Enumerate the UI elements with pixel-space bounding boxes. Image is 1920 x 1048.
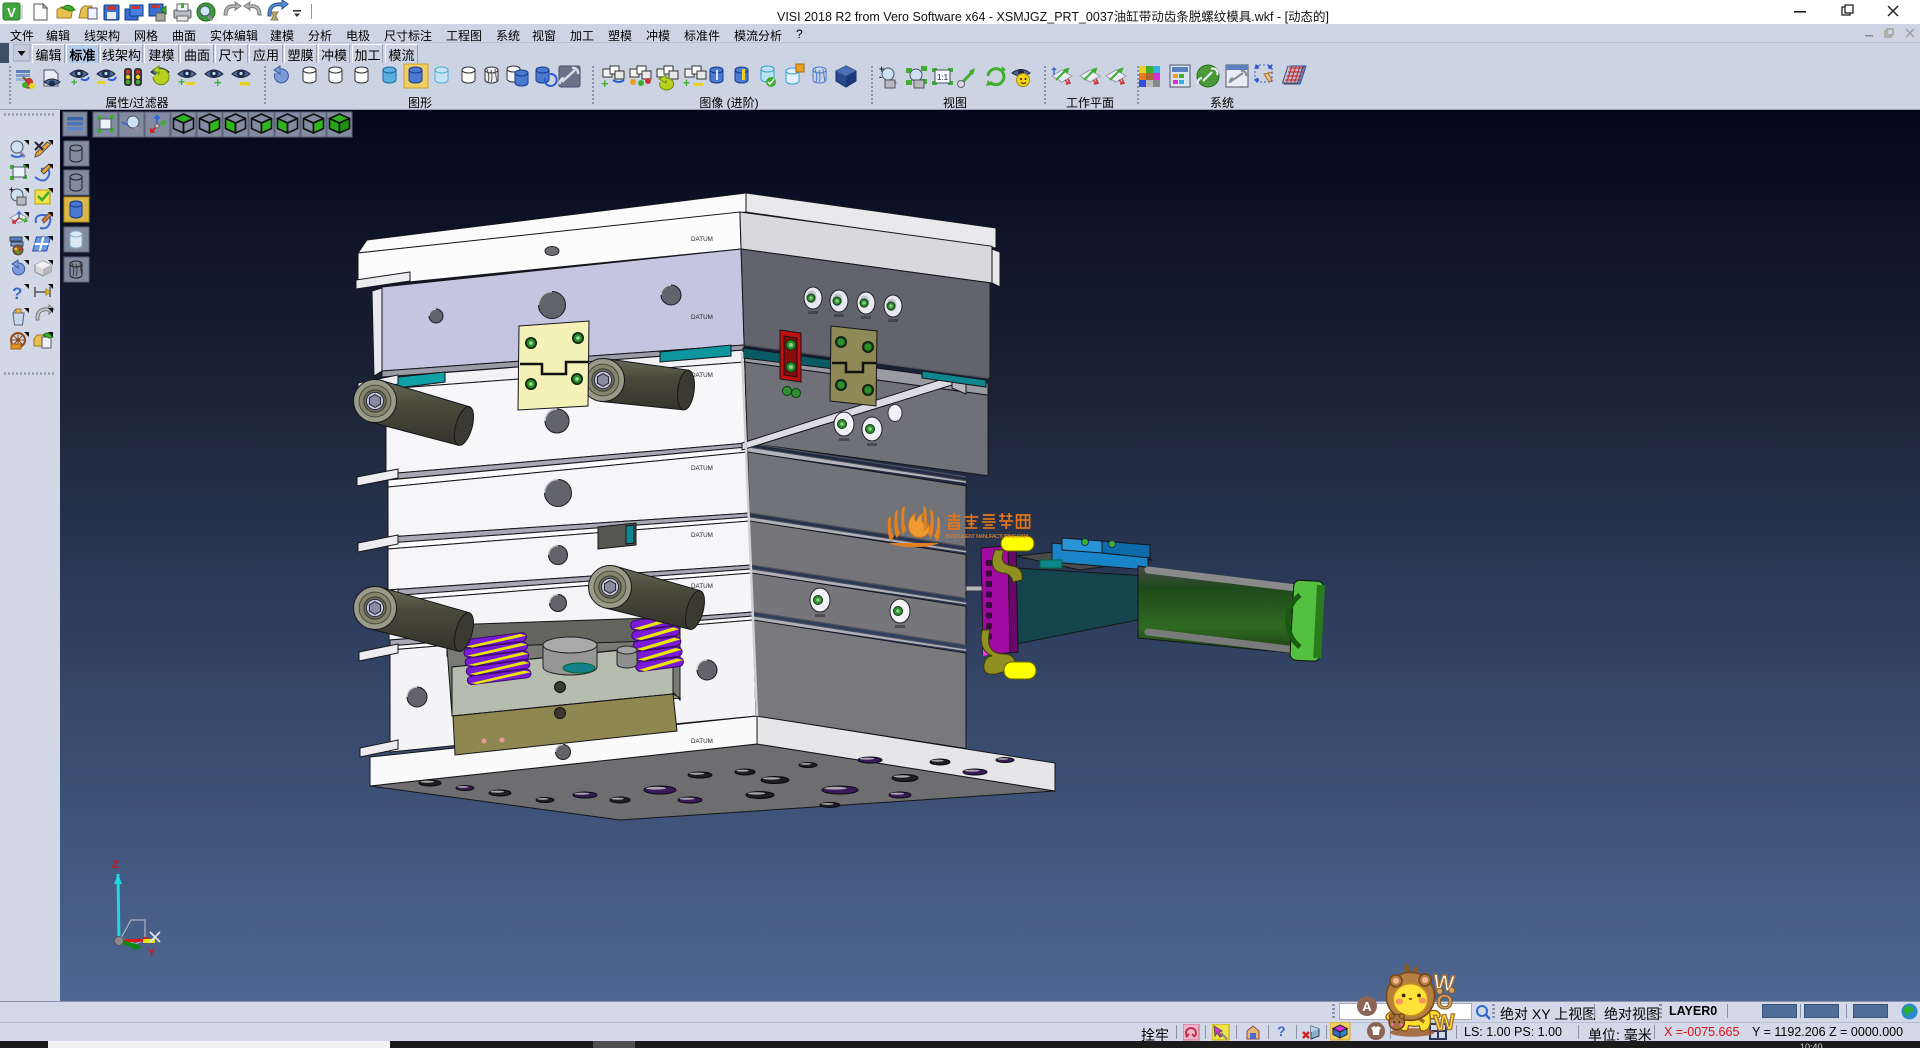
svg-text:1:1: 1:1 bbox=[937, 73, 949, 82]
svg-text:W: W bbox=[1433, 1009, 1457, 1035]
svg-text:DATUM: DATUM bbox=[691, 532, 713, 539]
svg-text:?: ? bbox=[12, 284, 22, 303]
svg-text:DATUM: DATUM bbox=[691, 314, 713, 321]
svg-text:+: + bbox=[9, 185, 14, 194]
svg-text:DATUM: DATUM bbox=[691, 236, 713, 243]
svg-text:DATUM: DATUM bbox=[691, 372, 713, 379]
svg-text:+: + bbox=[71, 77, 77, 89]
svg-text:+: + bbox=[178, 75, 185, 89]
svg-text:+: + bbox=[683, 76, 690, 90]
svg-text:DATUM: DATUM bbox=[691, 583, 713, 590]
svg-text:DATUM: DATUM bbox=[691, 465, 713, 472]
svg-text:+: + bbox=[214, 75, 222, 90]
svg-text:INTELLIGENT MANUFACTURING DATA: INTELLIGENT MANUFACTURING DATA bbox=[946, 534, 1029, 540]
svg-text:DATUM: DATUM bbox=[691, 738, 713, 745]
svg-text:A: A bbox=[1362, 999, 1372, 1014]
svg-text:+: + bbox=[601, 76, 609, 91]
svg-text:Z: Z bbox=[112, 859, 119, 871]
svg-text:Y: Y bbox=[148, 947, 156, 959]
svg-text:-: - bbox=[879, 72, 882, 82]
